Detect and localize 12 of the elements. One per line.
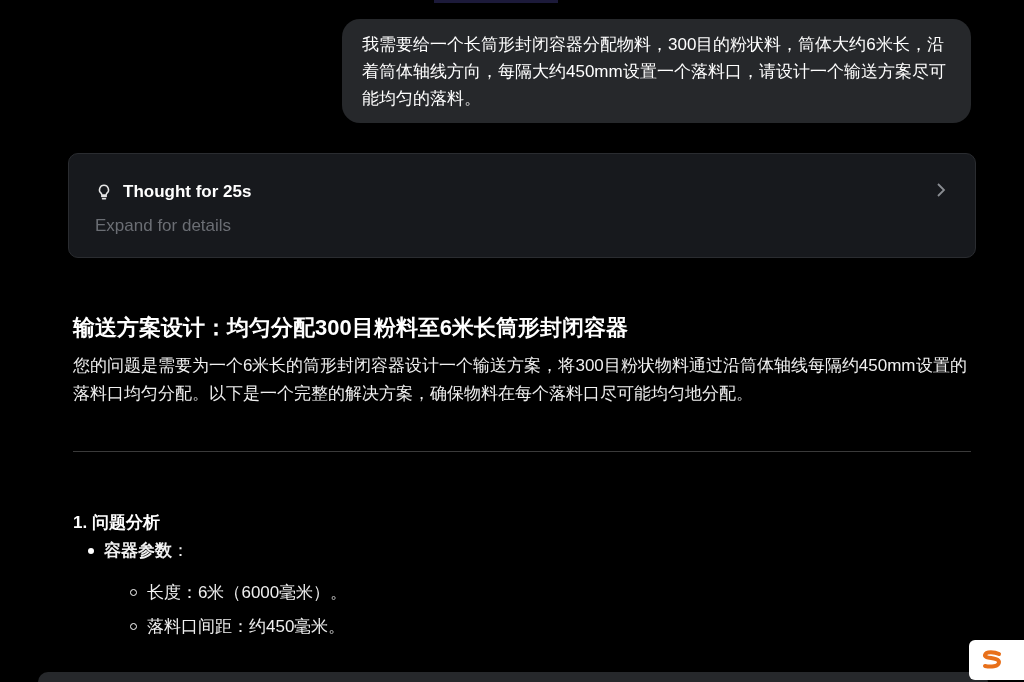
thought-title: Thought for 25s	[123, 181, 252, 203]
bullet-text: 容器参数：	[104, 539, 189, 562]
section-title: 1. 问题分析	[73, 512, 161, 534]
thought-panel[interactable]: Thought for 25s Expand for details	[68, 153, 976, 258]
user-message: 我需要给一个长筒形封闭容器分配物料，300目的粉状料，筒体大约6米长，沿着筒体轴线方向，每隔大约450mm设置一个落料口，请设计一个输送方案尽可能均匀的落料。	[342, 19, 971, 123]
bullet-text: 落料口间距：约450毫米。	[147, 615, 346, 638]
bullet-icon	[88, 547, 94, 554]
answer-paragraph: 您的问题是需要为一个6米长的筒形封闭容器设计一个输送方案，将300目粉状物料通过沿筒体轴线每隔约450mm设置的落料口均匀分配。以下是一个完整的解决方案，确保物料在每个落料口尽可能均匀地分配。	[73, 355, 968, 405]
answer-heading: 输送方案设计：均匀分配300目粉料至6米长筒形封闭容器	[73, 314, 629, 342]
logo-icon	[981, 650, 1003, 670]
bullet-text: 长度：6米（6000毫米）。	[147, 581, 348, 604]
thought-subtitle: Expand for details	[95, 214, 233, 237]
